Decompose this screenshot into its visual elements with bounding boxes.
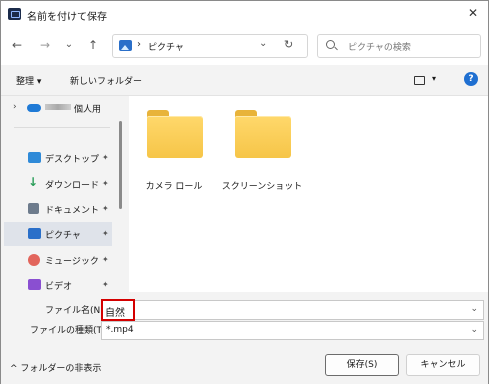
filename-history-chevron-icon[interactable]: ⌄ <box>470 304 478 314</box>
close-icon[interactable]: ✕ <box>462 3 484 23</box>
sidebar-item-label: ピクチャ <box>45 231 81 241</box>
sidebar-scrollbar[interactable] <box>119 121 122 209</box>
refresh-icon[interactable]: ↻ <box>284 38 293 51</box>
filetype-select[interactable]: *.mp4 ⌄ <box>101 321 484 340</box>
new-folder-button[interactable]: 新しいフォルダー <box>70 74 142 87</box>
download-icon: ↓ <box>28 175 39 189</box>
pin-icon: ✦ <box>102 280 109 289</box>
command-toolbar: 整理 ▾ 新しいフォルダー ▾ ? <box>1 65 488 96</box>
address-history-chevron-icon[interactable]: ⌄ <box>259 38 267 49</box>
desktop-icon <box>28 152 41 163</box>
filename-input[interactable]: 自然 ⌄ <box>101 300 484 320</box>
address-bar[interactable]: › ピクチャ ⌄ ↻ <box>112 34 308 58</box>
sidebar-item-label: ビデオ <box>45 282 73 292</box>
view-layout-icon <box>414 76 425 85</box>
redacted-account-name <box>45 104 71 110</box>
chevron-down-icon: ⌄ <box>470 325 478 335</box>
filename-label: ファイル名(N): <box>45 306 107 316</box>
sidebar-item-label: ドキュメント <box>45 206 100 216</box>
hide-folders-toggle[interactable]: ^ フォルダーの非表示 <box>10 361 101 374</box>
folder-label: カメラ ロール <box>145 182 203 192</box>
pin-icon: ✦ <box>102 255 109 264</box>
pin-icon: ✦ <box>102 153 109 162</box>
dialog-title: 名前を付けて保存 <box>27 12 107 23</box>
sidebar-item-desktop[interactable]: デスクトップ ✦ <box>4 146 112 170</box>
forward-arrow-icon[interactable]: → <box>35 35 55 55</box>
sidebar-item-onedrive[interactable]: › 個人用 <box>4 96 112 120</box>
cloud-icon <box>27 104 41 112</box>
navigation-pane: › 個人用 デスクトップ ✦ ↓ ダウンロード ✦ ドキュメント ✦ ピクチャ … <box>1 96 125 292</box>
cancel-button[interactable]: キャンセル <box>406 354 480 376</box>
filename-highlight-box <box>101 299 135 321</box>
video-icon <box>28 279 41 290</box>
pin-icon: ✦ <box>102 204 109 213</box>
sidebar-item-label: デスクトップ <box>45 155 100 165</box>
navigation-bar: ← → ⌄ ↑ › ピクチャ ⌄ ↻ ピクチャの検索 <box>1 27 488 65</box>
save-as-dialog: 名前を付けて保存 ✕ ← → ⌄ ↑ › ピクチャ ⌄ ↻ ピクチャの検索 整理… <box>0 0 489 384</box>
folder-camera-roll[interactable]: カメラ ロール <box>129 96 219 196</box>
search-placeholder: ピクチャの検索 <box>348 43 411 53</box>
pictures-icon <box>28 228 41 239</box>
sidebar-item-pictures[interactable]: ピクチャ ✦ <box>4 222 112 246</box>
sidebar-item-label: 個人用 <box>74 105 102 115</box>
sidebar-item-label: ダウンロード <box>45 181 100 191</box>
save-form: ファイル名(N): 自然 ⌄ ファイルの種類(T): *.mp4 ⌄ ^ フォル… <box>1 292 488 384</box>
back-arrow-icon[interactable]: ← <box>7 35 27 55</box>
music-icon <box>28 254 40 266</box>
sidebar-item-music[interactable]: ミュージック ✦ <box>4 248 112 272</box>
folder-label: スクリーンショット <box>221 182 303 192</box>
save-button[interactable]: 保存(S) <box>325 354 399 376</box>
help-icon[interactable]: ? <box>464 72 478 86</box>
breadcrumb-pictures[interactable]: ピクチャ <box>148 40 184 53</box>
title-bar: 名前を付けて保存 ✕ <box>1 1 488 27</box>
filetype-value: *.mp4 <box>106 325 134 335</box>
divider <box>14 127 110 128</box>
folder-icon <box>235 110 291 158</box>
breadcrumb-separator-icon: › <box>137 39 141 50</box>
up-arrow-icon[interactable]: ↑ <box>83 35 103 55</box>
sidebar-item-label: ミュージック <box>45 257 99 267</box>
search-icon <box>326 40 335 49</box>
organize-menu-button[interactable]: 整理 ▾ <box>16 74 41 87</box>
filetype-label: ファイルの種類(T): <box>30 326 109 336</box>
expand-chevron-icon[interactable]: › <box>13 102 17 112</box>
recent-locations-chevron-icon[interactable]: ⌄ <box>59 35 79 55</box>
chevron-down-icon: ▾ <box>432 74 437 83</box>
sidebar-item-documents[interactable]: ドキュメント ✦ <box>4 197 112 221</box>
view-options-button[interactable]: ▾ <box>414 74 444 88</box>
search-box[interactable]: ピクチャの検索 <box>317 34 481 58</box>
pin-icon: ✦ <box>102 229 109 238</box>
pictures-location-icon <box>119 40 132 51</box>
file-list-view: カメラ ロール スクリーンショット <box>129 96 488 292</box>
app-icon <box>8 8 21 20</box>
sidebar-item-downloads[interactable]: ↓ ダウンロード ✦ <box>4 172 112 196</box>
document-icon <box>28 203 39 214</box>
folder-screenshots[interactable]: スクリーンショット <box>217 96 307 196</box>
pin-icon: ✦ <box>102 179 109 188</box>
folder-icon <box>147 110 203 158</box>
